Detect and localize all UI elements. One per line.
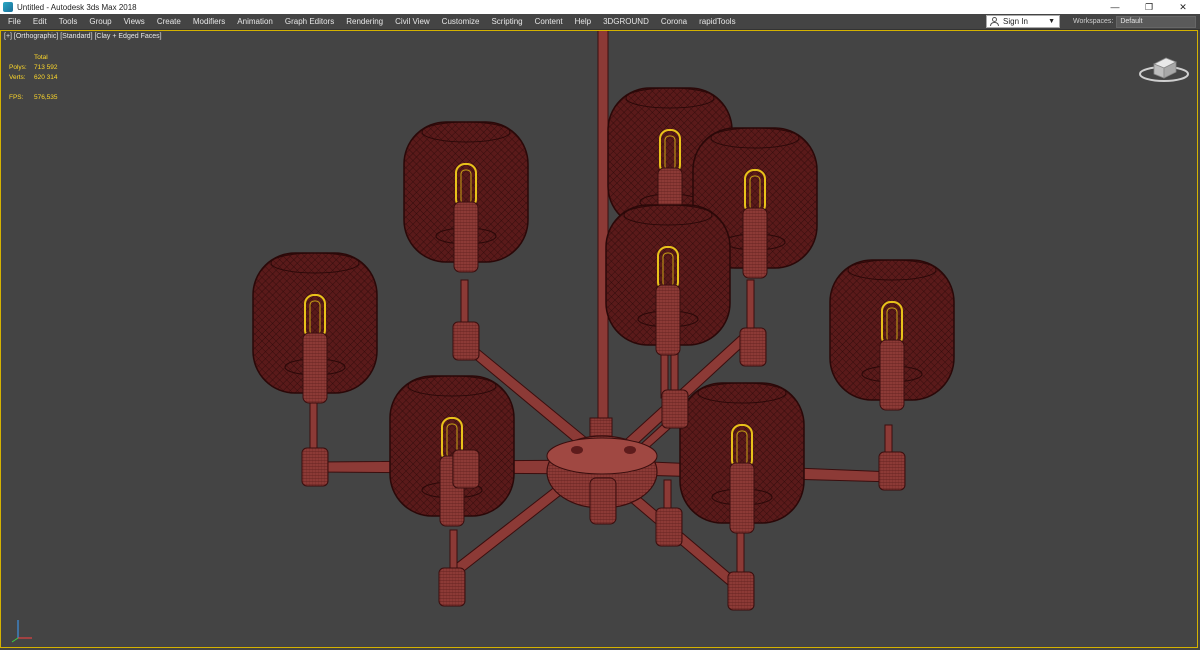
title-bar: Untitled - Autodesk 3ds Max 2018 — ❐ ✕ [0, 0, 1200, 14]
sign-in-label: Sign In [1003, 17, 1028, 26]
workspaces-dropdown[interactable]: Default [1116, 15, 1197, 28]
sign-in-dropdown[interactable]: Sign In ▼ [986, 15, 1060, 28]
menu-bar: File Edit Tools Group Views Create Modifiers An… [0, 14, 1200, 30]
axis-tripod-icon [11, 620, 32, 643]
menu-item-tools[interactable]: Tools [53, 14, 84, 29]
menu-item-animation[interactable]: Animation [231, 14, 279, 29]
user-icon [990, 17, 999, 26]
menu-item-corona[interactable]: Corona [655, 14, 693, 29]
verts-value: 620 314 [34, 74, 58, 81]
stats-row-polys: Polys: 713 592 [9, 63, 58, 73]
polys-label: Polys: [9, 64, 27, 71]
app-icon [3, 2, 13, 12]
menu-item-graph-editors[interactable]: Graph Editors [279, 14, 340, 29]
menu-item-scripting[interactable]: Scripting [485, 14, 528, 29]
fps-value: 576,535 [34, 94, 58, 101]
chevron-down-icon: ▼ [1048, 18, 1055, 25]
menu-item-help[interactable]: Help [569, 14, 597, 29]
verts-label: Verts: [9, 74, 26, 81]
polys-value: 713 592 [34, 64, 58, 71]
menu-item-views[interactable]: Views [118, 14, 151, 29]
menu-item-group[interactable]: Group [83, 14, 117, 29]
menu-item-3dground[interactable]: 3DGROUND [597, 14, 655, 29]
menu-item-rendering[interactable]: Rendering [340, 14, 389, 29]
menu-item-edit[interactable]: Edit [27, 14, 53, 29]
workspaces-value: Default [1120, 18, 1143, 25]
menu-item-modifiers[interactable]: Modifiers [187, 14, 231, 29]
restore-icon[interactable]: ❐ [1132, 0, 1166, 14]
menu-item-file[interactable]: File [2, 14, 27, 29]
fps-label: FPS: [9, 94, 24, 101]
close-icon[interactable]: ✕ [1166, 0, 1200, 14]
menu-item-content[interactable]: Content [529, 14, 569, 29]
window-controls: — ❐ ✕ [1098, 0, 1200, 14]
viewcube-icon[interactable] [1138, 52, 1190, 84]
menu-item-rapidtools[interactable]: rapidTools [693, 14, 741, 29]
viewport[interactable]: [+] [Orthographic] [Standard] [Clay + Ed… [0, 30, 1200, 650]
statistics-overlay: Total Polys: 713 592 Verts: 620 314 FPS:… [9, 53, 58, 103]
minimize-icon[interactable]: — [1098, 0, 1132, 14]
workspaces-selector: Workspaces: Default [1073, 14, 1197, 29]
viewport-label[interactable]: [+] [Orthographic] [Standard] [Clay + Ed… [4, 33, 162, 40]
workspaces-label: Workspaces: [1073, 18, 1114, 25]
menu-item-civil-view[interactable]: Civil View [389, 14, 436, 29]
menu-item-customize[interactable]: Customize [436, 14, 486, 29]
menu-items: File Edit Tools Group Views Create Modifiers An… [0, 14, 742, 29]
window-title: Untitled - Autodesk 3ds Max 2018 [17, 2, 137, 12]
active-viewport-border [0, 30, 1198, 648]
stats-row-fps: FPS: 576,535 [9, 93, 58, 103]
stats-header: Total [34, 54, 48, 61]
menu-item-create[interactable]: Create [151, 14, 187, 29]
stats-row-verts: Verts: 620 314 [9, 73, 58, 83]
